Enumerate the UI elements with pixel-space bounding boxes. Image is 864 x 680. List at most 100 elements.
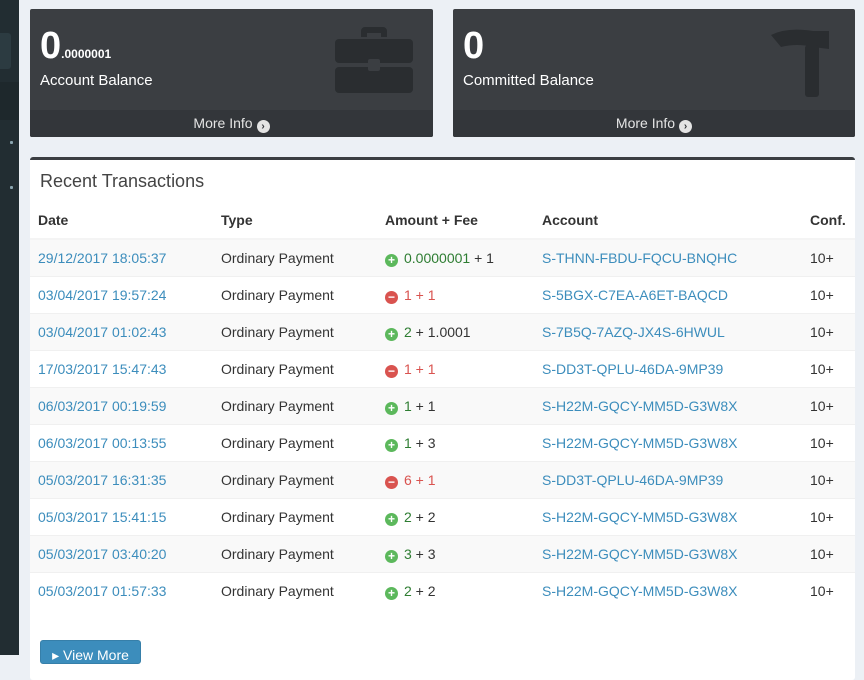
row-amount: −1 + 1 <box>377 350 534 388</box>
date-link[interactable]: 05/03/2017 15:41:15 <box>38 509 166 525</box>
fee-value: 3 <box>427 434 436 451</box>
minus-circle-icon: − <box>385 290 398 304</box>
row-amount: +3 + 3 <box>377 535 534 573</box>
account-balance-box: 0.0000001 Account Balance More Info › <box>30 9 433 137</box>
committed-balance-box: 0 Committed Balance More Info › <box>453 9 855 137</box>
date-link[interactable]: 17/03/2017 15:47:43 <box>38 361 166 377</box>
date-link[interactable]: 06/03/2017 00:19:59 <box>38 398 166 414</box>
table-row: 05/03/2017 03:40:20 Ordinary Payment +3 + … <box>30 535 855 573</box>
row-date[interactable]: 06/03/2017 00:19:59 <box>30 387 213 425</box>
committed-balance-value: 0 <box>463 25 485 67</box>
row-date[interactable]: 29/12/2017 18:05:37 <box>30 238 213 277</box>
sidebar-item[interactable] <box>0 82 19 120</box>
row-account[interactable]: S-H22M-GQCY-MM5D-G3W8X <box>534 498 802 536</box>
row-account[interactable]: S-DD3T-QPLU-46DA-9MP39 <box>534 350 802 388</box>
account-balance-more-info[interactable]: More Info › <box>30 110 433 137</box>
row-date[interactable]: 17/03/2017 15:47:43 <box>30 350 213 388</box>
row-conf: 10+ <box>802 313 855 351</box>
header-amount[interactable]: Amount + Fee <box>377 202 534 240</box>
row-conf: 10+ <box>802 572 855 609</box>
amount-value: 2 <box>404 582 412 599</box>
row-account[interactable]: S-H22M-GQCY-MM5D-G3W8X <box>534 387 802 425</box>
account-link[interactable]: S-H22M-GQCY-MM5D-G3W8X <box>542 398 738 414</box>
row-amount: +1 + 1 <box>377 387 534 425</box>
row-account[interactable]: S-DD3T-QPLU-46DA-9MP39 <box>534 461 802 499</box>
account-link[interactable]: S-DD3T-QPLU-46DA-9MP39 <box>542 472 723 488</box>
table-header-row: Date Type Amount + Fee Account Conf. <box>30 202 855 240</box>
table-row: 29/12/2017 18:05:37 Ordinary Payment +0.00… <box>30 238 855 277</box>
row-account[interactable]: S-7B5Q-7AZQ-JX4S-6HWUL <box>534 313 802 351</box>
sidebar-item-active[interactable] <box>0 33 11 69</box>
row-conf: 10+ <box>802 461 855 499</box>
row-amount: +1 + 3 <box>377 424 534 462</box>
account-link[interactable]: S-H22M-GQCY-MM5D-G3W8X <box>542 546 738 562</box>
row-type: Ordinary Payment <box>213 424 377 462</box>
row-date[interactable]: 05/03/2017 03:40:20 <box>30 535 213 573</box>
account-link[interactable]: S-THNN-FBDU-FQCU-BNQHC <box>542 250 737 266</box>
fee-separator: + <box>411 582 428 599</box>
header-date[interactable]: Date <box>30 202 213 240</box>
row-amount: −1 + 1 <box>377 276 534 314</box>
row-account[interactable]: S-5BGX-C7EA-A6ET-BAQCD <box>534 276 802 314</box>
row-type: Ordinary Payment <box>213 276 377 314</box>
plus-circle-icon: + <box>385 438 398 452</box>
row-account[interactable]: S-THNN-FBDU-FQCU-BNQHC <box>534 238 802 277</box>
date-link[interactable]: 06/03/2017 00:13:55 <box>38 435 166 451</box>
account-link[interactable]: S-5BGX-C7EA-A6ET-BAQCD <box>542 287 728 303</box>
header-conf[interactable]: Conf. <box>802 202 855 240</box>
row-date[interactable]: 05/03/2017 16:31:35 <box>30 461 213 499</box>
row-date[interactable]: 03/04/2017 19:57:24 <box>30 276 213 314</box>
header-account[interactable]: Account <box>534 202 802 240</box>
account-link[interactable]: S-H22M-GQCY-MM5D-G3W8X <box>542 583 738 599</box>
row-conf: 10+ <box>802 535 855 573</box>
row-account[interactable]: S-H22M-GQCY-MM5D-G3W8X <box>534 535 802 573</box>
view-more-button[interactable]: ▸ View More <box>40 640 141 664</box>
date-link[interactable]: 05/03/2017 16:31:35 <box>38 472 166 488</box>
plus-circle-icon: + <box>385 327 398 341</box>
row-amount: +2 + 1.0001 <box>377 313 534 351</box>
row-amount: +2 + 2 <box>377 572 534 609</box>
table-row: 03/04/2017 19:57:24 Ordinary Payment −1 + … <box>30 276 855 314</box>
account-link[interactable]: S-H22M-GQCY-MM5D-G3W8X <box>542 509 738 525</box>
fee-separator: + <box>411 434 428 451</box>
row-conf: 10+ <box>802 498 855 536</box>
row-type: Ordinary Payment <box>213 572 377 609</box>
arrow-circle-right-icon: › <box>256 120 270 133</box>
row-conf: 10+ <box>802 424 855 462</box>
account-link[interactable]: S-7B5Q-7AZQ-JX4S-6HWUL <box>542 324 725 340</box>
fee-separator: + <box>411 508 428 525</box>
row-amount: −6 + 1 <box>377 461 534 499</box>
header-type[interactable]: Type <box>213 202 377 240</box>
amount-value: 1 <box>404 434 412 451</box>
amount-value: 1 <box>404 397 412 414</box>
row-type: Ordinary Payment <box>213 238 377 277</box>
hammer-icon <box>767 27 833 102</box>
committed-balance-more-info[interactable]: More Info › <box>453 110 855 137</box>
account-link[interactable]: S-DD3T-QPLU-46DA-9MP39 <box>542 361 723 377</box>
committed-balance-label: Committed Balance <box>463 72 594 89</box>
account-link[interactable]: S-H22M-GQCY-MM5D-G3W8X <box>542 435 738 451</box>
row-account[interactable]: S-H22M-GQCY-MM5D-G3W8X <box>534 572 802 609</box>
row-date[interactable]: 06/03/2017 00:13:55 <box>30 424 213 462</box>
amount-value: 6 <box>404 471 412 488</box>
date-link[interactable]: 05/03/2017 03:40:20 <box>38 546 166 562</box>
row-type: Ordinary Payment <box>213 461 377 499</box>
plus-circle-icon: + <box>385 549 398 563</box>
recent-transactions-panel: Recent Transactions Date Type Amount + F… <box>30 157 855 680</box>
row-date[interactable]: 05/03/2017 15:41:15 <box>30 498 213 536</box>
minus-circle-icon: − <box>385 364 398 378</box>
date-link[interactable]: 29/12/2017 18:05:37 <box>38 250 166 266</box>
table-row: 03/04/2017 01:02:43 Ordinary Payment +2 + … <box>30 313 855 351</box>
fee-value: 1 <box>486 249 494 266</box>
row-date[interactable]: 03/04/2017 01:02:43 <box>30 313 213 351</box>
row-date[interactable]: 05/03/2017 01:57:33 <box>30 572 213 609</box>
row-account[interactable]: S-H22M-GQCY-MM5D-G3W8X <box>534 424 802 462</box>
date-link[interactable]: 03/04/2017 19:57:24 <box>38 287 166 303</box>
date-link[interactable]: 03/04/2017 01:02:43 <box>38 324 166 340</box>
row-type: Ordinary Payment <box>213 535 377 573</box>
row-type: Ordinary Payment <box>213 387 377 425</box>
amount-value: 1 <box>404 360 412 377</box>
date-link[interactable]: 05/03/2017 01:57:33 <box>38 583 166 599</box>
row-type: Ordinary Payment <box>213 313 377 351</box>
table-row: 05/03/2017 01:57:33 Ordinary Payment +2 + … <box>30 572 855 609</box>
